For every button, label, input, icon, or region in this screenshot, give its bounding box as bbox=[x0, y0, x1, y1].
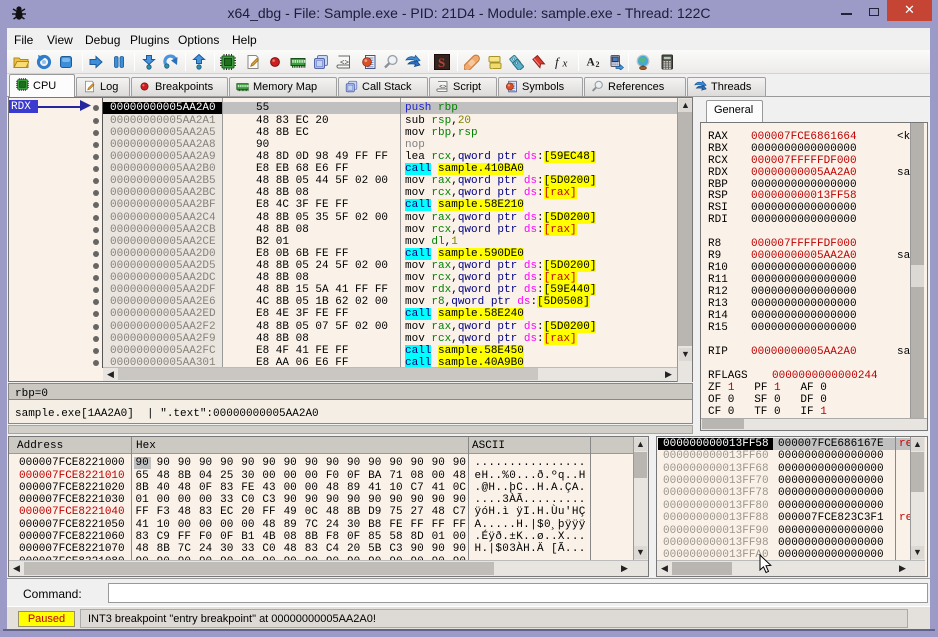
svg-text:x: x bbox=[562, 58, 568, 70]
svg-text:f: f bbox=[555, 55, 561, 70]
svg-text:2: 2 bbox=[596, 60, 600, 69]
svg-text:<>: <> bbox=[340, 60, 350, 68]
svg-text:S: S bbox=[438, 55, 445, 70]
svg-text:<>: <> bbox=[439, 84, 447, 91]
svg-text:A: A bbox=[587, 57, 596, 69]
